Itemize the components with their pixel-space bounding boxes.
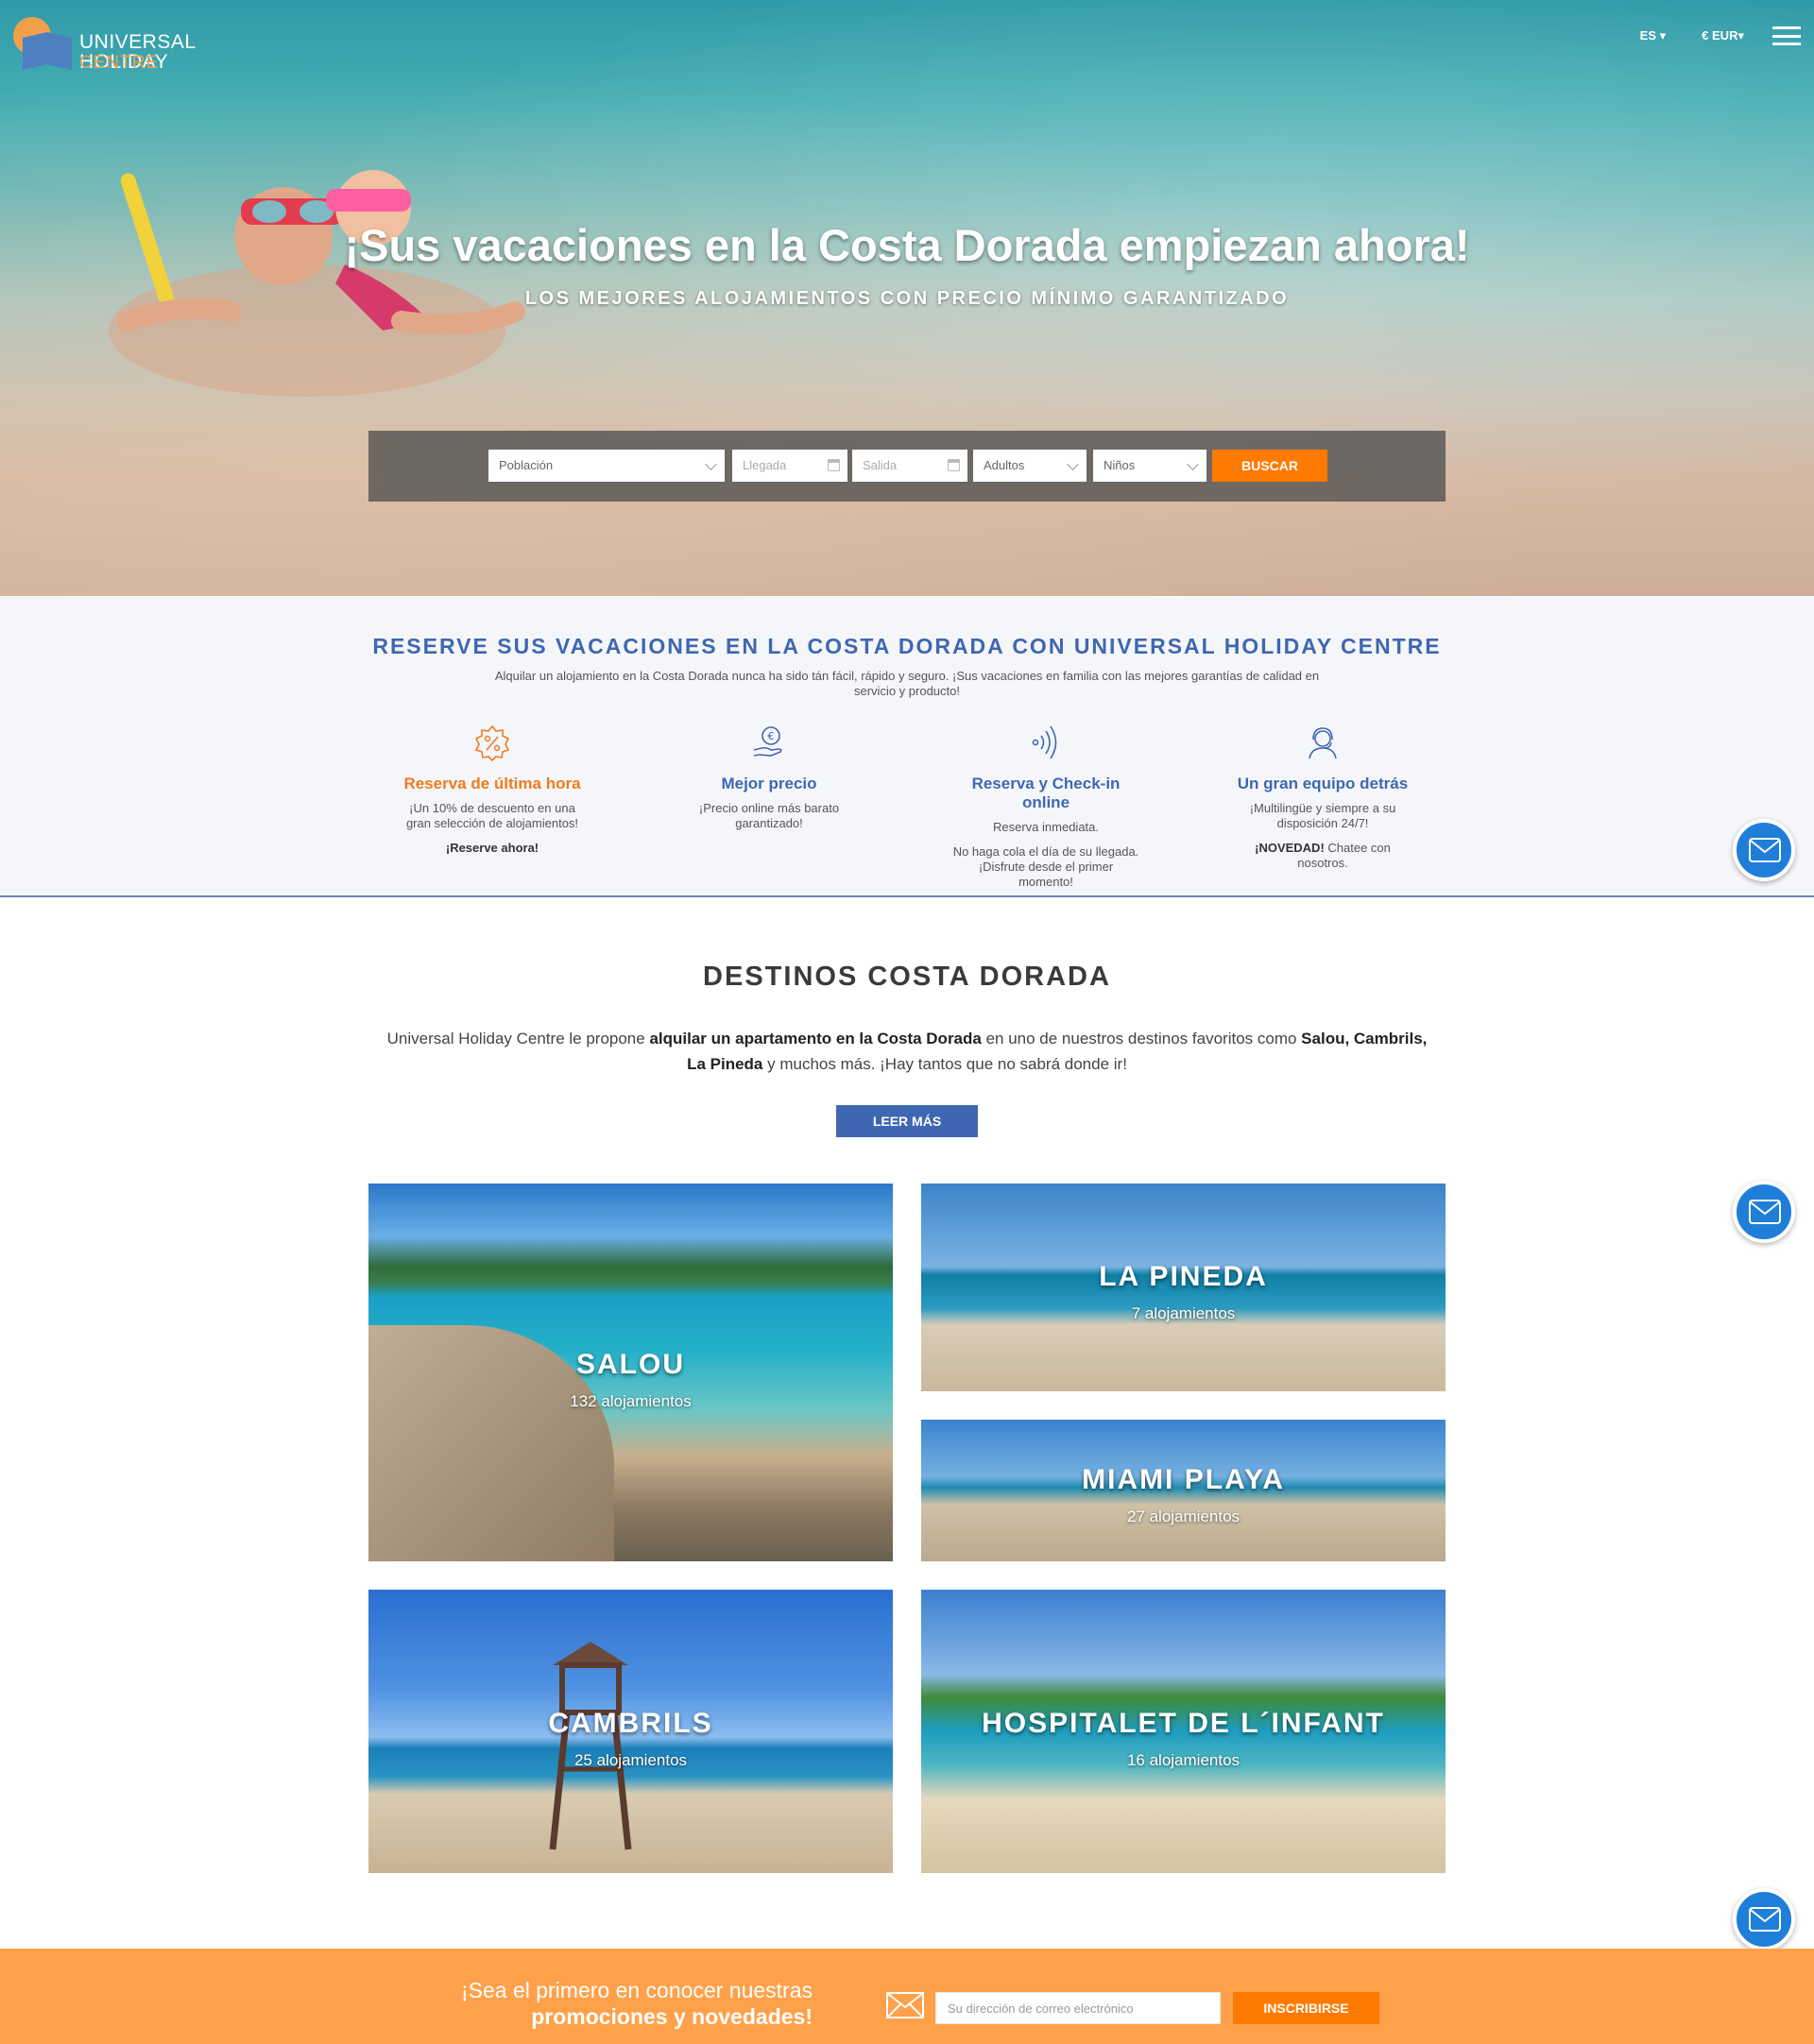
feature-text-secondary: No haga cola el día de su llegada. ¡Disf…: [952, 844, 1139, 889]
destination-name: SALOU: [576, 1349, 685, 1380]
newsletter-bar: ¡Sea el primero en conocer nuestras prom…: [0, 1949, 1814, 2044]
caret-down-icon: ▾: [1659, 28, 1667, 43]
poblacion-select[interactable]: Población: [488, 450, 725, 482]
leer-mas-button[interactable]: LEER MÁS: [836, 1105, 978, 1137]
chevron-down-icon: [705, 458, 717, 470]
feature-text: Reserva inmediata.: [993, 820, 1099, 834]
logo-subtitle: CENTRE: [79, 53, 160, 73]
feature-cta-text: ¡Reserve ahora!: [445, 841, 539, 855]
logo-mark-icon: [13, 17, 72, 70]
destination-card-hospitalet[interactable]: HOSPITALET DE L´INFANT 16 alojamientos: [921, 1590, 1446, 1873]
hero-family-image: [109, 170, 525, 397]
inscribirse-button[interactable]: INSCRIBIRSE: [1233, 1992, 1379, 2024]
features-title: RESERVE SUS VACACIONES EN LA COSTA DORAD…: [372, 634, 1442, 658]
llegada-date-input[interactable]: Llegada: [732, 450, 847, 482]
feature-novedad: ¡NOVEDAD!: [1255, 841, 1325, 855]
mail-contact-button[interactable]: [1733, 819, 1795, 881]
envelope-icon: [1749, 1200, 1781, 1224]
feature-text: ¡Precio online más barato garantizado!: [698, 801, 840, 830]
ninos-select[interactable]: Niños: [1093, 450, 1206, 482]
destination-name: CAMBRILS: [548, 1708, 713, 1739]
search-bar: Población Llegada Salida Adultos Niños B…: [368, 431, 1446, 502]
newsletter-email-input[interactable]: Su dirección de correo electrónico: [935, 1992, 1221, 2024]
destination-count: 132 alojamientos: [570, 1392, 692, 1410]
adultos-select[interactable]: Adultos: [973, 450, 1087, 482]
mail-contact-button[interactable]: [1733, 1888, 1795, 1950]
destination-name: HOSPITALET DE L´INFANT: [982, 1708, 1385, 1739]
envelope-icon: [1749, 838, 1781, 862]
site-logo[interactable]: UNIVERSAL HOLIDAY CENTRE: [9, 11, 283, 77]
feature-title: Reserva y Check-in online: [971, 775, 1121, 811]
destination-name: MIAMI PLAYA: [1082, 1464, 1285, 1495]
buscar-button[interactable]: BUSCAR: [1212, 450, 1327, 482]
newsletter-text: ¡Sea el primero en conocer nuestras prom…: [460, 1978, 813, 2029]
destination-count: 7 alojamientos: [1131, 1304, 1236, 1322]
feature-checkin-online: Reserva y Check-in online Reserva inmedi…: [951, 724, 1140, 890]
feature-mejor-precio: € Mejor precio ¡Precio online más barato…: [675, 724, 864, 831]
envelope-icon: [1749, 1907, 1781, 1932]
destination-count: 25 alojamientos: [573, 1751, 688, 1769]
currency-selector[interactable]: € EUR▾: [1702, 28, 1744, 43]
feature-text: ¡Un 10% de descuento en una gran selecci…: [405, 801, 579, 830]
mail-contact-button[interactable]: [1733, 1181, 1795, 1243]
caret-down-icon: ▾: [1737, 28, 1744, 43]
features-description: Alquilar un alojamiento en la Costa Dora…: [494, 669, 1320, 698]
language-selector[interactable]: ES ▾: [1640, 28, 1667, 43]
envelope-icon: [886, 1992, 924, 2018]
destination-card-la-pineda[interactable]: LA PINEDA 7 alojamientos: [921, 1184, 1446, 1391]
destinos-title: DESTINOS COSTA DORADA: [703, 962, 1111, 992]
chevron-down-icon: [1067, 458, 1079, 470]
hamburger-menu-icon[interactable]: [1772, 26, 1801, 45]
chevron-down-icon: [1187, 458, 1199, 470]
destination-card-salou[interactable]: SALOU 132 alojamientos: [368, 1184, 893, 1561]
destination-card-cambrils[interactable]: CAMBRILS 25 alojamientos: [368, 1590, 893, 1873]
salida-date-input[interactable]: Salida: [852, 450, 967, 482]
destination-count: 27 alojamientos: [1126, 1507, 1241, 1525]
euro-hand-icon: €: [753, 726, 782, 757]
feature-ultima-hora: Reserva de última hora ¡Un 10% de descue…: [398, 724, 587, 856]
feature-title: Mejor precio: [721, 775, 817, 792]
support-agent-icon: [1309, 727, 1337, 759]
destination-count: 16 alojamientos: [1126, 1751, 1241, 1769]
feature-equipo: Un gran equipo detrás ¡Multilingüe y sie…: [1228, 724, 1417, 871]
svg-text:€: €: [768, 730, 775, 742]
calendar-icon: [948, 459, 960, 471]
destination-card-miami-playa[interactable]: MIAMI PLAYA 27 alojamientos: [921, 1420, 1446, 1561]
calendar-icon: [828, 459, 840, 471]
contactless-icon: [1032, 725, 1057, 759]
hero-title: ¡Sus vacaciones en la Costa Dorada empie…: [344, 220, 1470, 270]
feature-title: Reserva de última hora: [403, 775, 581, 792]
hero-banner: UNIVERSAL HOLIDAY CENTRE ES ▾ € EUR▾ ¡Su…: [0, 0, 1814, 596]
top-navigation: ES ▾ € EUR▾: [1640, 26, 1814, 45]
feature-title: Un gran equipo detrás: [1237, 775, 1409, 792]
hero-subtitle: LOS MEJORES ALOJAMIENTOS CON PRECIO MÍNI…: [524, 288, 1290, 309]
destination-name: LA PINEDA: [1099, 1261, 1268, 1292]
lifeguard-tower-image: [549, 1642, 632, 1850]
feature-text: ¡Multilingüe y siempre a su disposición …: [1249, 801, 1396, 830]
discount-badge-icon: [474, 724, 510, 761]
destinos-description: Universal Holiday Centre le propone alqu…: [386, 1030, 1428, 1073]
features-section: RESERVE SUS VACACIONES EN LA COSTA DORAD…: [0, 596, 1814, 897]
